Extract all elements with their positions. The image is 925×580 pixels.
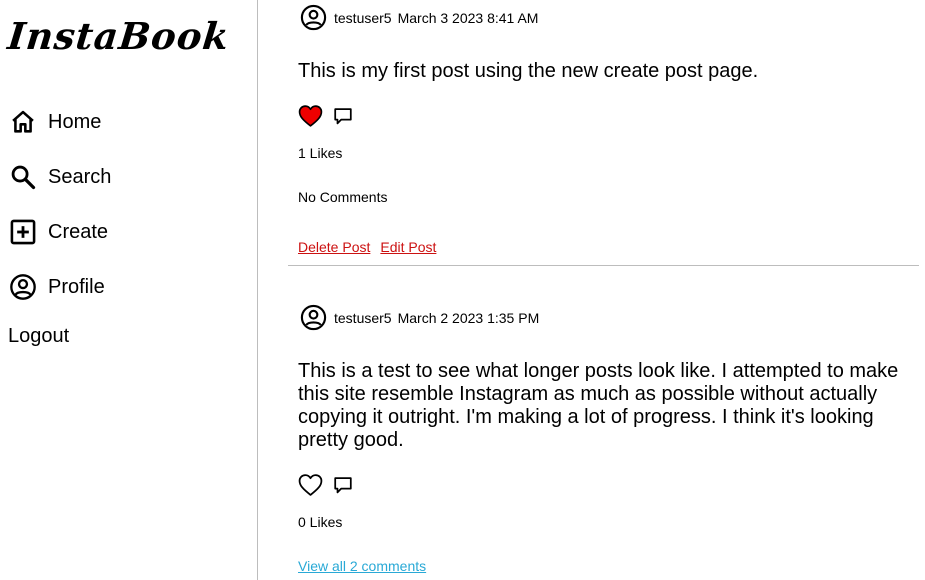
user-avatar-icon[interactable] xyxy=(300,304,327,331)
post-owner-actions: Delete Post Edit Post xyxy=(298,239,446,255)
like-count: 0 Likes xyxy=(298,514,343,530)
nav-item-create[interactable]: Create xyxy=(9,216,108,248)
nav-label-search: Search xyxy=(48,165,112,188)
post-username[interactable]: testuser5 xyxy=(334,10,392,26)
like-heart-filled-icon[interactable] xyxy=(298,104,323,128)
search-icon xyxy=(9,163,37,191)
like-count: 1 Likes xyxy=(298,145,343,161)
nav-item-profile[interactable]: Profile xyxy=(9,271,105,303)
post-header: testuser5 March 3 2023 8:41 AM xyxy=(300,4,538,31)
nav-label-create: Create xyxy=(48,220,109,243)
sidebar: InstaBook Home Search Create Profile Log… xyxy=(0,0,258,580)
edit-post-link[interactable]: Edit Post xyxy=(380,239,436,255)
comment-icon[interactable] xyxy=(332,105,354,127)
nav-item-home[interactable]: Home xyxy=(9,106,101,138)
app-logo[interactable]: InstaBook xyxy=(6,14,232,58)
post-actions xyxy=(298,104,354,128)
logout-link[interactable]: Logout xyxy=(8,325,69,348)
add-box-icon xyxy=(9,218,37,246)
nav-item-search[interactable]: Search xyxy=(9,161,111,193)
post-text: This is a test to see what longer posts … xyxy=(298,360,899,451)
home-icon xyxy=(9,108,37,136)
comment-icon[interactable] xyxy=(332,474,354,496)
profile-icon xyxy=(9,273,37,301)
post-actions xyxy=(298,473,354,497)
like-heart-outline-icon[interactable] xyxy=(298,473,323,497)
post-username[interactable]: testuser5 xyxy=(334,310,392,326)
post-date: March 2 2023 1:35 PM xyxy=(397,309,540,326)
post-divider xyxy=(288,265,919,266)
nav-label-home: Home xyxy=(48,110,102,133)
nav-label-profile: Profile xyxy=(48,275,105,298)
delete-post-link[interactable]: Delete Post xyxy=(298,239,370,255)
post-date: March 3 2023 8:41 AM xyxy=(397,9,539,26)
post-text: This is my first post using the new crea… xyxy=(298,60,759,82)
post-header: testuser5 March 2 2023 1:35 PM xyxy=(300,304,539,331)
user-avatar-icon[interactable] xyxy=(300,4,327,31)
comment-status: No Comments xyxy=(298,189,388,205)
post-feed: testuser5 March 3 2023 8:41 AM This is m… xyxy=(288,0,919,580)
view-comments-link[interactable]: View all 2 comments xyxy=(298,558,426,574)
